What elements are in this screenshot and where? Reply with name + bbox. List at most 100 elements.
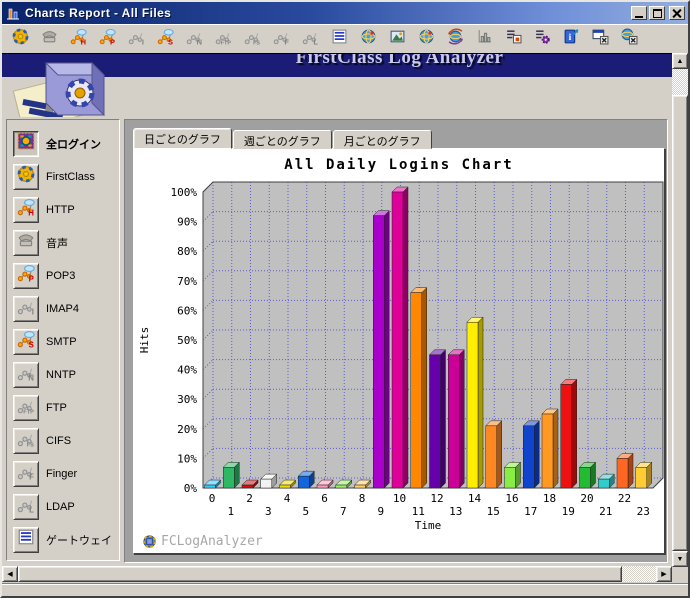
report-list-icon (505, 28, 522, 50)
svg-text:7: 7 (340, 505, 347, 518)
smtp-icon: S (17, 330, 35, 353)
smtp-toolbar-button[interactable]: S (155, 29, 176, 50)
report-settings-toolbar-button[interactable] (532, 29, 553, 50)
svg-text:20: 20 (580, 492, 593, 505)
imap4-button[interactable]: I (13, 296, 39, 322)
bar-hour-12 (430, 350, 446, 488)
svg-text:P: P (29, 274, 34, 282)
sidebar-item-gateway[interactable]: ゲートウェイ (13, 523, 119, 556)
histogram-toolbar-button[interactable] (474, 29, 495, 50)
bar-hour-22 (617, 453, 633, 488)
nntp-toolbar-button[interactable]: N (184, 29, 205, 50)
finger-toolbar-button[interactable]: F (271, 29, 292, 50)
sidebar-label-all-logins: 全ログイン (46, 136, 101, 152)
smtp-button[interactable]: S (13, 329, 39, 355)
sidebar-item-cifs[interactable]: FSCIFS (13, 424, 119, 457)
svg-text:40%: 40% (177, 364, 197, 377)
finger-button[interactable]: F (13, 461, 39, 487)
gateway-button[interactable] (13, 527, 39, 553)
bar-hour-5 (298, 471, 314, 488)
title-bar[interactable]: Charts Report - All Files (2, 2, 688, 24)
vertical-scroll-track[interactable] (672, 69, 688, 95)
sidebar-item-imap4[interactable]: IIMAP4 (13, 292, 119, 325)
sidebar-item-all-logins[interactable]: 全ログイン (13, 127, 119, 160)
all-logins-button[interactable] (13, 131, 39, 157)
sidebar-label-ldap: LDAP (46, 501, 75, 513)
sidebar-item-firstclass[interactable]: FirstClass (13, 160, 119, 193)
cifs-toolbar-button[interactable]: FS (242, 29, 263, 50)
firstclass-button[interactable] (13, 164, 39, 190)
cifs-button[interactable]: FS (13, 428, 39, 454)
horizontal-scroll-track[interactable] (622, 566, 656, 582)
sidebar-item-ftp[interactable]: FTPFTP (13, 391, 119, 424)
globe-small-icon (418, 28, 435, 50)
pop3-button[interactable]: P (13, 263, 39, 289)
imap4-toolbar-button[interactable]: I (126, 29, 147, 50)
minimize-button[interactable] (631, 6, 647, 20)
sidebar-item-pop3[interactable]: PPOP3 (13, 259, 119, 292)
bar-hour-17 (523, 421, 539, 488)
tab-strip: 日ごとのグラフ週ごとのグラフ月ごとのグラフ (133, 128, 667, 149)
ftp-toolbar-button[interactable]: FTP (213, 29, 234, 50)
svg-text:13: 13 (449, 505, 462, 518)
gateway-toolbar-button[interactable] (329, 29, 350, 50)
bar-hour-15 (486, 421, 502, 488)
http-button[interactable]: H (13, 197, 39, 223)
close-window-toolbar-button[interactable] (590, 29, 611, 50)
horizontal-scrollbar[interactable]: ◀ ▶ (2, 565, 672, 583)
ldap-button[interactable]: L (13, 494, 39, 520)
globe-small-toolbar-button[interactable] (416, 29, 437, 50)
image-report-toolbar-button[interactable] (387, 29, 408, 50)
vertical-scroll-thumb[interactable] (672, 95, 688, 551)
analyzer-globe-toolbar-button[interactable] (358, 29, 379, 50)
sidebar: 全ログインFirstClassHHTTP音声PPOP3IIMAP4SSMTPNN… (6, 119, 120, 561)
close-icon (672, 8, 682, 18)
horizontal-scroll-thumb[interactable] (18, 566, 622, 582)
globe-sync-toolbar-button[interactable] (445, 29, 466, 50)
tab-daily[interactable]: 日ごとのグラフ (133, 128, 232, 149)
svg-text:L: L (29, 505, 34, 513)
chart-region: 日ごとのグラフ週ごとのグラフ月ごとのグラフ All Daily Logins C… (124, 119, 668, 563)
svg-text:FTP: FTP (23, 409, 34, 414)
vertical-scrollbar[interactable]: ▲ ▼ (672, 53, 688, 583)
bar-hour-23 (636, 462, 652, 488)
svg-text:100%: 100% (171, 186, 198, 199)
tab-monthly[interactable]: 月ごとのグラフ (333, 130, 432, 149)
sidebar-item-smtp[interactable]: SSMTP (13, 325, 119, 358)
http-toolbar-button[interactable]: H (68, 29, 89, 50)
svg-text:8: 8 (359, 492, 366, 505)
sidebar-label-firstclass: FirstClass (46, 171, 95, 183)
close-button[interactable] (669, 6, 685, 20)
ldap-toolbar-button[interactable]: L (300, 29, 321, 50)
scroll-up-button[interactable]: ▲ (672, 53, 688, 69)
main-area: 全ログインFirstClassHHTTP音声PPOP3IIMAP4SSMTPNN… (2, 77, 672, 565)
nntp-button[interactable]: N (13, 362, 39, 388)
svg-text:4: 4 (284, 492, 291, 505)
report-list-toolbar-button[interactable] (503, 29, 524, 50)
bar-hour-9 (373, 211, 389, 488)
all-logins-toolbar-button[interactable] (10, 29, 31, 50)
voice-button[interactable] (13, 230, 39, 256)
bar-hour-10 (392, 187, 408, 488)
voice-toolbar-button[interactable] (39, 29, 60, 50)
maximize-button[interactable] (649, 6, 665, 20)
scroll-down-button[interactable]: ▼ (672, 551, 688, 567)
scroll-left-button[interactable]: ◀ (2, 566, 18, 582)
sidebar-item-http[interactable]: HHTTP (13, 193, 119, 226)
svg-text:21: 21 (599, 505, 612, 518)
ftp-button[interactable]: FTP (13, 395, 39, 421)
tab-weekly[interactable]: 週ごとのグラフ (233, 130, 332, 149)
pop3-toolbar-button[interactable]: P (97, 29, 118, 50)
scroll-right-button[interactable]: ▶ (656, 566, 672, 582)
sidebar-item-ldap[interactable]: L LDAP (13, 490, 119, 523)
histogram-icon (476, 28, 493, 50)
sidebar-item-voice[interactable]: 音声 (13, 226, 119, 259)
close-globe-toolbar-button[interactable] (619, 29, 640, 50)
sidebar-item-finger[interactable]: FFinger (13, 457, 119, 490)
export-info-toolbar-button[interactable]: i (561, 29, 582, 50)
bar-hour-11 (411, 288, 427, 488)
svg-text:0%: 0% (184, 482, 198, 495)
svg-text:16: 16 (505, 492, 518, 505)
close-globe-icon (621, 28, 638, 50)
sidebar-item-nntp[interactable]: NNNTP (13, 358, 119, 391)
